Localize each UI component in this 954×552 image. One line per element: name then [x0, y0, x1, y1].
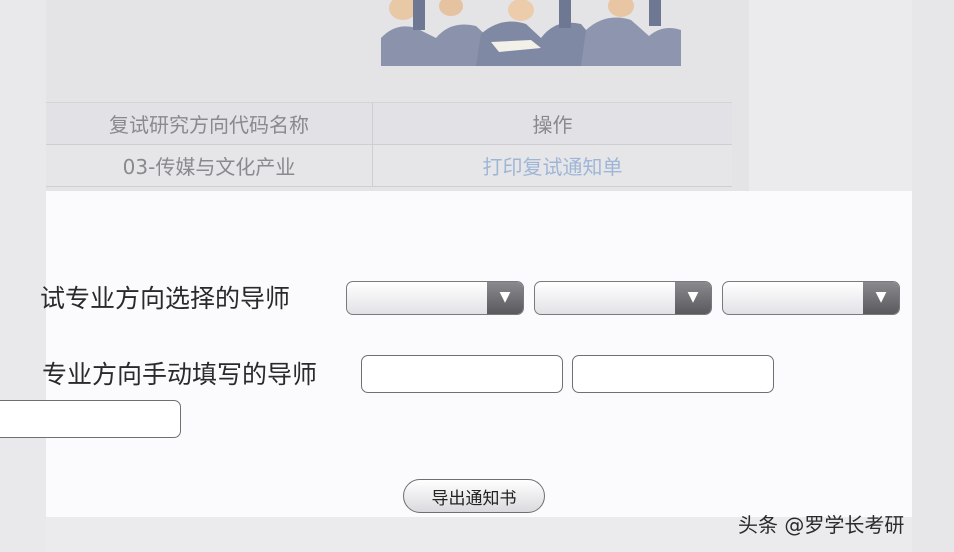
advisor-select-label: 试专业方向选择的导师: [40, 284, 291, 313]
table-row: 03-传媒与文化产业 打印复试通知单: [46, 144, 732, 187]
action-cell: 打印复试通知单: [372, 144, 732, 187]
table-header-row: 复试研究方向代码名称 操作: [46, 102, 732, 145]
watermark-text: 头条 @罗学长考研: [738, 513, 905, 537]
result-panel: 复试研究方向代码名称 操作 03-传媒与文化产业 打印复试通知单: [46, 0, 749, 191]
advisor-form: 试专业方向选择的导师 ▼ ▼ ▼ 专业方向手动填写的导师 导出通知书: [0, 191, 912, 517]
caret-down-icon: ▼: [863, 282, 899, 314]
advisor-input-3[interactable]: [0, 400, 181, 438]
print-notice-link[interactable]: 打印复试通知单: [483, 155, 623, 179]
advisor-input-2[interactable]: [572, 355, 774, 393]
right-margin: [912, 0, 954, 552]
graduates-illustration-icon: [381, 0, 681, 66]
advisor-select-3[interactable]: ▼: [722, 281, 900, 315]
advisor-select-1[interactable]: ▼: [346, 281, 524, 315]
column-header-action: 操作: [372, 102, 732, 145]
advisor-select-2[interactable]: ▼: [534, 281, 712, 315]
caret-down-icon: ▼: [675, 282, 711, 314]
left-margin: [0, 0, 46, 552]
export-notice-button[interactable]: 导出通知书: [403, 479, 545, 513]
result-table: 复试研究方向代码名称 操作 03-传媒与文化产业 打印复试通知单: [46, 102, 732, 187]
advisor-input-1[interactable]: [361, 355, 563, 393]
direction-cell: 03-传媒与文化产业: [46, 144, 373, 187]
caret-down-icon: ▼: [487, 282, 523, 314]
column-header-direction: 复试研究方向代码名称: [46, 102, 373, 145]
advisor-manual-label: 专业方向手动填写的导师: [42, 360, 318, 389]
